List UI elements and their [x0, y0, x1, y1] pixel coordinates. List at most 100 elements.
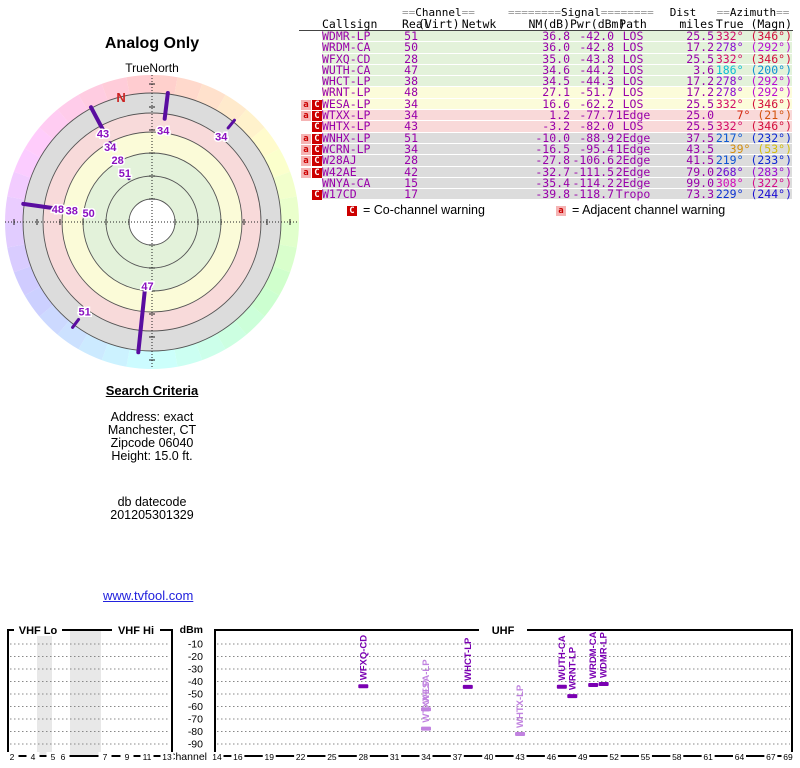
channel-tick-label: 61	[703, 752, 713, 762]
channel-tick-label: 7	[103, 752, 108, 762]
path-cell: Tropo	[614, 187, 652, 202]
adjacent-channel-legend: a = Adjacent channel warning	[556, 203, 725, 217]
adjacent-channel-warning-icon: a	[301, 133, 311, 144]
dbm-tick-label: -40	[188, 676, 203, 688]
station-signal-marker	[462, 684, 473, 689]
virt-channel-cell	[418, 42, 450, 53]
channel-tick-label: 49	[578, 752, 588, 762]
tvfool-link[interactable]: www.tvfool.com	[103, 588, 193, 603]
station-signal-marker	[421, 726, 431, 731]
col-netwk: Netwk	[461, 17, 497, 31]
true-azimuth: 229°	[715, 187, 744, 202]
radar-channel-label: 50	[82, 208, 94, 220]
station-signal-marker	[598, 682, 609, 686]
station-callsign-label: WRDM-CA	[588, 631, 599, 679]
co-channel-warning-icon: C	[312, 167, 322, 178]
radar-channel-label: 34	[104, 142, 117, 154]
channel-tick-label: 9	[125, 752, 130, 762]
channel-tick-label: 31	[390, 752, 400, 762]
virt-channel-cell	[418, 87, 450, 98]
channel-tick-label: 69	[783, 752, 793, 762]
dbm-axis-label: dBm	[180, 624, 203, 636]
spectrum-gap-band	[37, 631, 52, 755]
channel-tick-label: 40	[484, 752, 494, 762]
network-cell	[450, 110, 508, 121]
radar-channel-label: 43	[97, 129, 109, 141]
station-callsign-label: WHTX-LP	[515, 684, 526, 728]
channel-tick-label: 5	[51, 752, 56, 762]
db-datecode: db datecode 201205301329	[27, 496, 277, 522]
network-cell	[450, 53, 508, 64]
station-table: ==Channel== ========Signal======== Dist …	[299, 7, 793, 202]
network-cell	[450, 76, 508, 87]
co-channel-warning-icon: C	[312, 122, 322, 133]
channel-tick-label: 55	[641, 752, 651, 762]
azimuth-color-sector	[279, 196, 299, 222]
network-cell	[450, 143, 508, 155]
channel-tick-label: 14	[212, 752, 222, 762]
virt-channel-cell	[418, 177, 450, 189]
vhf-lo-band-label: VHF Lo	[19, 625, 58, 637]
co-channel-warning-icon: C	[312, 111, 322, 122]
co-channel-flag-icon: C	[347, 205, 357, 216]
channel-tick-label: 46	[547, 752, 557, 762]
azimuth-color-sector	[152, 75, 178, 95]
dbm-tick-label: -80	[188, 726, 203, 738]
co-channel-warning-icon: C	[312, 99, 322, 110]
search-criteria: Search Criteria Address: exact Mancheste…	[27, 384, 277, 463]
azimuth-cell: 229° (244°)	[714, 187, 792, 202]
adjacent-channel-warning-icon: a	[301, 144, 311, 155]
virt-channel-cell	[418, 110, 450, 121]
channel-tick-label: 28	[359, 752, 369, 762]
channel-tick-label: 22	[296, 752, 306, 762]
azimuth-color-sector	[5, 196, 25, 222]
network-cell	[450, 155, 508, 166]
channel-tick-label: 37	[453, 752, 463, 762]
network-cell	[450, 42, 508, 53]
station-signal-marker	[567, 694, 578, 699]
azimuth-color-sector	[126, 75, 152, 95]
radar-channel-label: 47	[141, 281, 153, 293]
network-cell	[450, 98, 508, 110]
station-signal-marker	[588, 683, 599, 687]
adjacent-channel-warning-icon: a	[301, 99, 311, 110]
virt-channel-cell	[418, 31, 450, 42]
radar-channel-label: 28	[111, 155, 123, 167]
network-cell	[450, 132, 508, 143]
radar-channel-label: 51	[78, 306, 90, 318]
channel-tick-label: 2	[10, 752, 15, 762]
callsign-cell: W17CD	[322, 188, 402, 200]
uhf-band-label: UHF	[492, 625, 515, 637]
azimuth-color-sector	[279, 222, 299, 248]
magnetic-north-label: N	[116, 90, 125, 105]
spectrum-gap-band	[70, 631, 101, 755]
nm-db-cell: -39.8	[508, 188, 570, 200]
channel-tick-label: 58	[672, 752, 682, 762]
dbm-tick-label: -90	[188, 739, 203, 751]
adjacent-channel-flag-icon: a	[556, 205, 566, 216]
station-callsign-label: WRNT-LP	[567, 646, 578, 690]
col-virt: (Virt)	[418, 17, 460, 31]
network-cell	[450, 64, 508, 76]
channel-tick-label: 13	[162, 752, 172, 762]
virt-channel-cell	[418, 143, 450, 155]
azimuth-color-sector	[5, 222, 25, 248]
real-channel-cell: 17	[402, 188, 418, 200]
virt-channel-cell	[418, 189, 450, 200]
network-cell	[450, 121, 508, 132]
station-callsign-label: WTXX-LP	[421, 679, 432, 722]
virt-channel-cell	[418, 121, 450, 132]
channel-tick-label: 52	[609, 752, 619, 762]
radar-title: Analog Only	[104, 35, 200, 52]
adjacent-channel-warning-icon: a	[301, 156, 311, 167]
virt-channel-cell	[418, 53, 450, 64]
magnetic-azimuth: (244°)	[743, 187, 792, 202]
radar-channel-label: 34	[215, 132, 228, 144]
dbm-tick-label: -20	[188, 651, 203, 663]
radar-channel-label: 34	[157, 126, 170, 138]
channel-tick-label: 25	[327, 752, 337, 762]
virt-channel-cell	[418, 64, 450, 76]
channel-tick-label: 6	[61, 752, 66, 762]
adjacent-channel-legend-text: = Adjacent channel warning	[572, 203, 726, 217]
channel-tick-label: 34	[421, 752, 431, 762]
